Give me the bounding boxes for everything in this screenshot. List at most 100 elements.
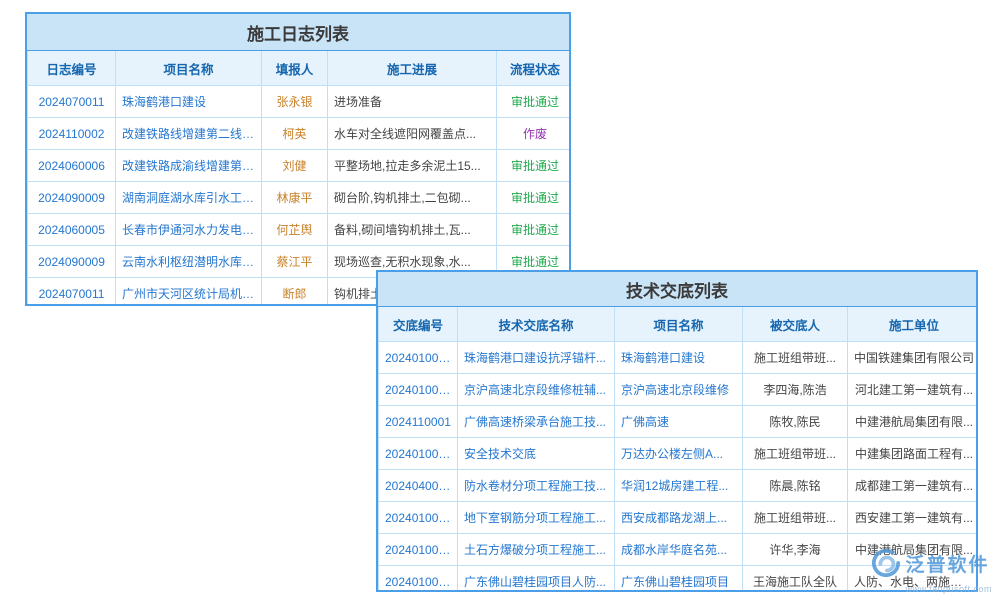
table-row: 2024010002地下室钢筋分项工程施工...西安成都路龙湖上...施工班组带… — [379, 502, 979, 534]
receiver-text: 陈牧,陈民 — [743, 406, 848, 438]
reporter-name: 蔡江平 — [262, 246, 328, 278]
reporter-name: 断郎 — [262, 278, 328, 307]
log-id-link[interactable]: 2024090009 — [28, 246, 116, 278]
col-header-project-name: 项目名称 — [615, 307, 743, 342]
status-badge: 审批通过 — [497, 182, 572, 214]
status-badge: 审批通过 — [497, 86, 572, 118]
unit-text: 中国铁建集团有限公司 — [848, 342, 979, 374]
col-header-disclosure-id: 交底编号 — [379, 307, 458, 342]
project-name-link[interactable]: 长春市伊通河水力发电厂... — [116, 214, 262, 246]
reporter-name: 刘健 — [262, 150, 328, 182]
disclosure-id-link[interactable]: 2024010002 — [379, 502, 458, 534]
table-row: 2024110001广佛高速桥梁承台施工技...广佛高速陈牧,陈民中建港航局集团… — [379, 406, 979, 438]
project-name-link[interactable]: 广东佛山碧桂园项目 — [615, 566, 743, 593]
table-row: 2024010004京沪高速北京段维修桩辅...京沪高速北京段维修李四海,陈浩河… — [379, 374, 979, 406]
disclosure-table-header-row: 交底编号 技术交底名称 项目名称 被交底人 施工单位 — [379, 307, 979, 342]
project-name-link[interactable]: 华润12城房建工程... — [615, 470, 743, 502]
project-name-link[interactable]: 珠海鹤港口建设 — [615, 342, 743, 374]
log-id-link[interactable]: 2024070011 — [28, 278, 116, 307]
status-badge: 审批通过 — [497, 214, 572, 246]
unit-text: 河北建工第一建筑有... — [848, 374, 979, 406]
disclosure-id-link[interactable]: 2024110001 — [379, 406, 458, 438]
project-name-link[interactable]: 广州市天河区统计局机房... — [116, 278, 262, 307]
disclosure-id-link[interactable]: 2024010001 — [379, 566, 458, 593]
disclosure-name-link[interactable]: 京沪高速北京段维修桩辅... — [458, 374, 615, 406]
progress-text: 水车对全线遮阳网覆盖点... — [328, 118, 497, 150]
col-header-disclosure-name: 技术交底名称 — [458, 307, 615, 342]
disclosure-name-link[interactable]: 广东佛山碧桂园项目人防... — [458, 566, 615, 593]
receiver-text: 施工班组带班... — [743, 342, 848, 374]
disclosure-name-link[interactable]: 珠海鹤港口建设抗浮锚杆... — [458, 342, 615, 374]
table-row: 2024060006改建铁路成渝线增建第二...刘健平整场地,拉走多余泥土15.… — [28, 150, 572, 182]
disclosure-name-link[interactable]: 地下室钢筋分项工程施工... — [458, 502, 615, 534]
col-header-progress: 施工进展 — [328, 51, 497, 86]
disclosure-id-link[interactable]: 2024010004 — [379, 374, 458, 406]
receiver-text: 陈晨,陈铭 — [743, 470, 848, 502]
log-id-link[interactable]: 2024060005 — [28, 214, 116, 246]
project-name-link[interactable]: 云南水利枢纽潜明水库一... — [116, 246, 262, 278]
table-row: 2024070011珠海鹤港口建设张永银进场准备审批通过 — [28, 86, 572, 118]
table-row: 2024010003安全技术交底万达办公楼左侧A...施工班组带班...中建集团… — [379, 438, 979, 470]
receiver-text: 李四海,陈浩 — [743, 374, 848, 406]
col-header-log-id: 日志编号 — [28, 51, 116, 86]
unit-text: 成都建工第一建筑有... — [848, 470, 979, 502]
reporter-name: 林康平 — [262, 182, 328, 214]
receiver-text: 施工班组带班... — [743, 502, 848, 534]
project-name-link[interactable]: 万达办公楼左侧A... — [615, 438, 743, 470]
receiver-text: 施工班组带班... — [743, 438, 848, 470]
project-name-link[interactable]: 成都水岸华庭名苑... — [615, 534, 743, 566]
reporter-name: 张永银 — [262, 86, 328, 118]
fanpu-logo-icon — [871, 548, 901, 582]
table-row: 2024110002改建铁路线增建第二线直...柯英水车对全线遮阳网覆盖点...… — [28, 118, 572, 150]
col-header-status: 流程状态 — [497, 51, 572, 86]
disclosure-name-link[interactable]: 广佛高速桥梁承台施工技... — [458, 406, 615, 438]
col-header-receiver: 被交底人 — [743, 307, 848, 342]
progress-text: 备料,砌间墙钩机排土,瓦... — [328, 214, 497, 246]
unit-text: 中建港航局集团有限... — [848, 406, 979, 438]
watermark-brand: 泛普软件 — [905, 556, 989, 575]
progress-text: 平整场地,拉走多余泥土15... — [328, 150, 497, 182]
construction-log-table: 日志编号 项目名称 填报人 施工进展 流程状态 2024070011珠海鹤港口建… — [27, 51, 571, 306]
progress-text: 进场准备 — [328, 86, 497, 118]
col-header-unit: 施工单位 — [848, 307, 979, 342]
disclosure-id-link[interactable]: 2024010003 — [379, 438, 458, 470]
reporter-name: 柯英 — [262, 118, 328, 150]
project-name-link[interactable]: 改建铁路成渝线增建第二... — [116, 150, 262, 182]
unit-text: 西安建工第一建筑有... — [848, 502, 979, 534]
log-id-link[interactable]: 2024060006 — [28, 150, 116, 182]
log-id-link[interactable]: 2024110002 — [28, 118, 116, 150]
project-name-link[interactable]: 西安成都路龙湖上... — [615, 502, 743, 534]
status-badge: 审批通过 — [497, 150, 572, 182]
receiver-text: 许华,李海 — [743, 534, 848, 566]
col-header-project-name: 项目名称 — [116, 51, 262, 86]
project-name-link[interactable]: 珠海鹤港口建设 — [116, 86, 262, 118]
watermark-url[interactable]: www.fanpusoft.com — [905, 585, 992, 594]
unit-text: 中建集团路面工程有... — [848, 438, 979, 470]
log-table-header-row: 日志编号 项目名称 填报人 施工进展 流程状态 — [28, 51, 572, 86]
progress-text: 砌台阶,钩机排土,二包砌... — [328, 182, 497, 214]
fanpu-watermark: 泛普软件 www.fanpusoft.com — [871, 548, 992, 594]
table-row: 2024090009湖南洞庭湖水库引水工程...林康平砌台阶,钩机排土,二包砌.… — [28, 182, 572, 214]
log-id-link[interactable]: 2024090009 — [28, 182, 116, 214]
project-name-link[interactable]: 改建铁路线增建第二线直... — [116, 118, 262, 150]
disclosure-id-link[interactable]: 2024010003 — [379, 342, 458, 374]
disclosure-id-link[interactable]: 2024010002 — [379, 534, 458, 566]
receiver-text: 王海施工队全队 — [743, 566, 848, 593]
disclosure-name-link[interactable]: 安全技术交底 — [458, 438, 615, 470]
log-id-link[interactable]: 2024070011 — [28, 86, 116, 118]
construction-log-panel: 施工日志列表 日志编号 项目名称 填报人 施工进展 流程状态 202407001… — [25, 12, 571, 306]
technical-disclosure-panel: 技术交底列表 交底编号 技术交底名称 项目名称 被交底人 施工单位 202401… — [376, 270, 978, 592]
disclosure-id-link[interactable]: 2024040001 — [379, 470, 458, 502]
col-header-reporter: 填报人 — [262, 51, 328, 86]
table-row: 2024060005长春市伊通河水力发电厂...何芷舆备料,砌间墙钩机排土,瓦.… — [28, 214, 572, 246]
disclosure-panel-title: 技术交底列表 — [378, 272, 976, 307]
reporter-name: 何芷舆 — [262, 214, 328, 246]
table-row: 2024040001防水卷材分项工程施工技...华润12城房建工程...陈晨,陈… — [379, 470, 979, 502]
log-panel-title: 施工日志列表 — [27, 14, 569, 51]
status-badge: 作废 — [497, 118, 572, 150]
disclosure-name-link[interactable]: 防水卷材分项工程施工技... — [458, 470, 615, 502]
project-name-link[interactable]: 京沪高速北京段维修 — [615, 374, 743, 406]
project-name-link[interactable]: 广佛高速 — [615, 406, 743, 438]
project-name-link[interactable]: 湖南洞庭湖水库引水工程... — [116, 182, 262, 214]
disclosure-name-link[interactable]: 土石方爆破分项工程施工... — [458, 534, 615, 566]
